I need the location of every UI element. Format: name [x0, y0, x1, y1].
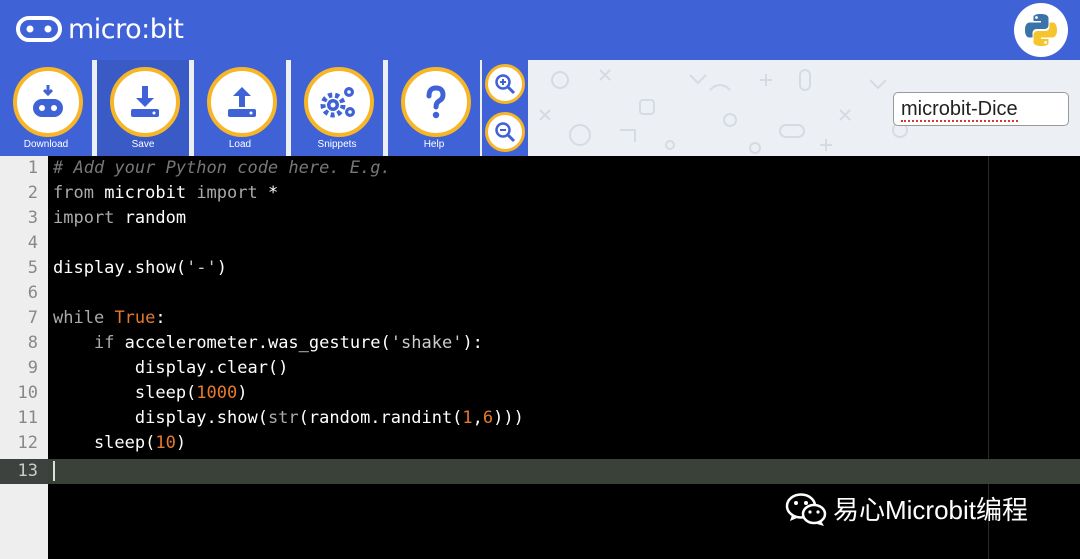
code-line: while True: [53, 308, 166, 328]
toolbar: Download Save Load Snippets Help microbi… [0, 60, 1080, 156]
zoom-in-button[interactable] [482, 60, 528, 108]
line-number: 10 [17, 383, 38, 403]
zoom-out-icon [495, 122, 516, 143]
line-number: 8 [27, 333, 38, 353]
active-line-highlight [48, 459, 1080, 484]
save-label: Save [131, 139, 155, 150]
download-button[interactable]: Download [0, 60, 92, 156]
code-line: if accelerometer.was_gesture('shake'): [93, 333, 483, 353]
code-line: import random [53, 208, 187, 228]
app-header: micro:bit [0, 0, 1080, 60]
line-number: 5 [27, 258, 38, 278]
download-button-circle [13, 67, 83, 137]
snippets-button[interactable]: Snippets [291, 60, 383, 156]
zoom-in-circle [485, 64, 525, 104]
line-number: 7 [27, 308, 38, 328]
load-button-circle [207, 67, 277, 137]
line-number: 2 [27, 183, 38, 203]
help-button-circle [401, 67, 471, 137]
download-device-icon [33, 85, 63, 117]
wechat-icon [785, 492, 827, 526]
code-line: display.clear() [53, 358, 289, 378]
code-line: sleep(10) [53, 433, 187, 453]
line-number: 6 [27, 283, 38, 303]
logo-text: micro:bit [68, 13, 184, 45]
save-button-circle [110, 67, 180, 137]
load-icon [228, 87, 256, 117]
code-line: display.show('-') [53, 258, 228, 278]
snippets-label: Snippets [317, 139, 357, 150]
microbit-logo-icon [16, 16, 62, 42]
snippets-button-circle [304, 67, 374, 137]
help-button[interactable]: Help [388, 60, 480, 156]
text-cursor [53, 461, 55, 481]
gears-icon [320, 87, 355, 118]
filename-input[interactable]: microbit-Dice [893, 92, 1069, 126]
filename-value: microbit-Dice [901, 98, 1018, 122]
code-line: display.show(str(random.randint(1,6))) [53, 408, 524, 428]
download-label: Download [23, 139, 69, 150]
code-line: sleep(1000) [53, 383, 248, 403]
help-icon [426, 85, 446, 119]
python-icon [1025, 14, 1057, 46]
code-line: from microbit import * [53, 183, 279, 203]
line-number: 3 [27, 208, 38, 228]
microbit-logo[interactable]: micro:bit [16, 12, 184, 46]
python-button[interactable] [1014, 3, 1068, 57]
zoom-in-icon [495, 74, 516, 95]
save-icon [131, 86, 159, 117]
line-number: 12 [17, 433, 38, 453]
zoom-out-button[interactable] [482, 108, 528, 156]
watermark: 易心Microbit编程 [785, 490, 1028, 527]
line-number: 9 [27, 358, 38, 378]
line-number: 11 [17, 408, 38, 428]
line-number: 1 [27, 158, 38, 178]
zoom-out-circle [485, 112, 525, 152]
line-number-gutter: 1 2 3 4 5 6 7 8 9 10 11 12 13 [0, 156, 48, 559]
line-number: 13 [17, 461, 38, 481]
save-button[interactable]: Save [97, 60, 189, 156]
help-label: Help [423, 139, 445, 150]
load-button[interactable]: Load [194, 60, 286, 156]
line-number: 4 [27, 233, 38, 253]
watermark-text: 易心Microbit编程 [833, 495, 1029, 525]
code-line: # Add your Python code here. E.g. [53, 158, 391, 178]
load-label: Load [228, 139, 252, 150]
